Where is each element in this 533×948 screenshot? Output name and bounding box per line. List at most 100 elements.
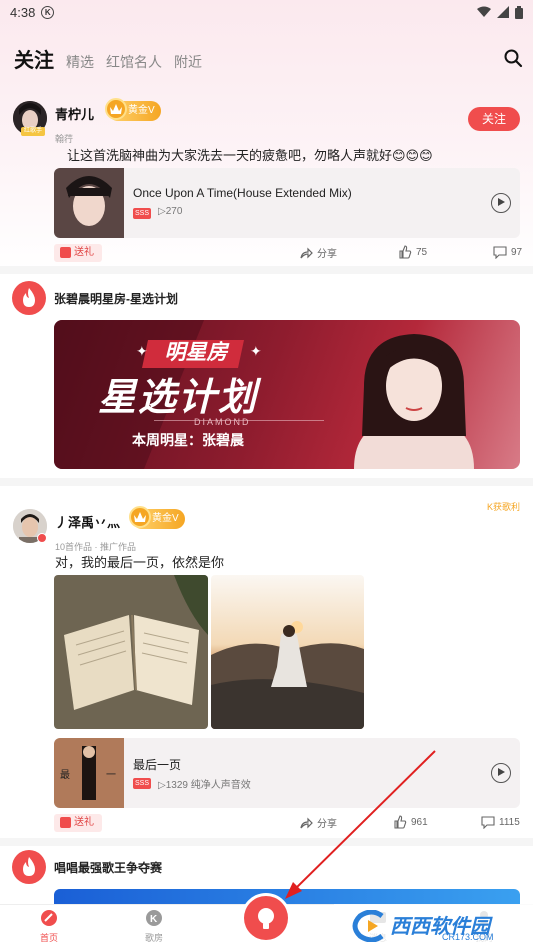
tab-celebrities[interactable]: 红馆名人 bbox=[106, 52, 162, 72]
play-count-value: 1329 纯净人声音效 bbox=[165, 780, 251, 791]
song-title: 最后一页 bbox=[133, 758, 182, 772]
svg-text:✦: ✦ bbox=[250, 343, 262, 359]
tab-home[interactable]: 首页 bbox=[29, 909, 69, 944]
k-app-icon: K bbox=[41, 5, 55, 19]
signal-icon bbox=[497, 6, 509, 18]
vip-badge: 黄金V bbox=[129, 506, 185, 529]
section-header[interactable]: 唱唱最强歌王争夺赛 bbox=[12, 850, 162, 884]
comment-button[interactable]: 1115 bbox=[481, 815, 520, 829]
section-header[interactable]: 张碧晨明星房-星选计划 bbox=[12, 281, 178, 315]
share-label: 分享 bbox=[317, 819, 337, 830]
tab-home-label: 首页 bbox=[39, 933, 58, 943]
banner-subtitle: DIAMOND bbox=[194, 417, 251, 427]
post-actions: 送礼 分享 961 1115 bbox=[0, 814, 533, 832]
vip-label: 黄金V bbox=[128, 105, 155, 116]
svg-text:✦: ✦ bbox=[136, 343, 148, 359]
like-count: 961 bbox=[411, 816, 428, 828]
comment-icon bbox=[493, 246, 507, 259]
username[interactable]: 丿泽禹丷灬 bbox=[55, 512, 120, 531]
post-text: 对，我的最后一页，依然是你 bbox=[55, 555, 225, 570]
divider bbox=[0, 838, 533, 846]
post-meta: 翰荇 bbox=[55, 134, 74, 144]
tab-k-room[interactable]: K 歌房 bbox=[134, 909, 174, 944]
thumbs-up-icon bbox=[394, 815, 407, 829]
tab-featured[interactable]: 精选 bbox=[66, 52, 94, 72]
corner-label: K获歌利 bbox=[486, 502, 520, 512]
online-badge bbox=[37, 533, 47, 543]
banner-star: 本周明星：张碧晨 bbox=[132, 432, 244, 448]
crown-icon bbox=[129, 506, 151, 528]
vip-badge: 黄金V bbox=[105, 98, 161, 121]
watermark: 西西软件园 CR173.COM bbox=[334, 904, 533, 948]
avatar-tag: 红歌手 bbox=[21, 127, 46, 136]
svg-text:最: 最 bbox=[60, 769, 70, 781]
tab-k-room-label: 歌房 bbox=[144, 933, 163, 943]
center-sing-button[interactable] bbox=[244, 896, 288, 940]
play-button[interactable] bbox=[491, 763, 511, 783]
star-portrait bbox=[354, 334, 474, 469]
quality-badge: SSS bbox=[133, 208, 152, 219]
play-count: ▷1329 纯净人声音效 bbox=[158, 780, 251, 791]
play-count-value: 270 bbox=[165, 206, 183, 217]
svg-text:K: K bbox=[150, 914, 158, 925]
quality-badge: SSS bbox=[133, 778, 152, 789]
watermark-logo-icon bbox=[352, 910, 384, 942]
share-icon bbox=[300, 247, 313, 258]
status-icons bbox=[477, 5, 523, 19]
gift-button[interactable]: 送礼 bbox=[54, 814, 102, 832]
thumbs-up-icon bbox=[399, 245, 412, 259]
k-room-icon: K bbox=[146, 910, 162, 926]
post-text: 让这首洗脑神曲为大家洗去一天的疲惫吧，勿略人声就好😊😊😊 bbox=[67, 148, 433, 163]
share-button[interactable]: 分享 bbox=[299, 815, 337, 830]
like-button[interactable]: 961 bbox=[393, 815, 428, 829]
share-icon bbox=[300, 817, 313, 828]
song-cover: 最 一 bbox=[54, 738, 124, 808]
tab-nearby[interactable]: 附近 bbox=[174, 52, 202, 72]
divider bbox=[0, 478, 533, 486]
search-icon[interactable] bbox=[503, 48, 523, 68]
banner-tag: 明星房 bbox=[164, 341, 228, 364]
like-count: 75 bbox=[416, 246, 428, 258]
tab-following[interactable]: 关注 bbox=[14, 44, 54, 73]
section-title: 张碧晨明星房-星选计划 bbox=[54, 291, 178, 306]
song-title: Once Upon A Time(House Extended Mix) bbox=[133, 186, 352, 200]
microphone-icon bbox=[258, 908, 274, 929]
fire-icon bbox=[12, 850, 46, 884]
battery-icon bbox=[515, 5, 523, 19]
play-button[interactable] bbox=[491, 193, 511, 213]
follow-button[interactable]: 关注 bbox=[468, 107, 520, 131]
song-card[interactable]: Once Upon A Time(House Extended Mix) SSS… bbox=[54, 168, 520, 238]
post-photo-book[interactable] bbox=[54, 575, 208, 729]
share-button[interactable]: 分享 bbox=[299, 245, 337, 260]
song-card[interactable]: 最 一 最后一页 SSS ▷1329 纯净人声音效 bbox=[54, 738, 520, 808]
gift-icon bbox=[60, 247, 71, 258]
comment-count: 97 bbox=[511, 246, 523, 258]
share-label: 分享 bbox=[317, 249, 337, 260]
post-actions: 送礼 分享 75 97 bbox=[0, 244, 533, 262]
svg-text:一: 一 bbox=[106, 770, 116, 781]
banner-title: 星选计划 bbox=[98, 377, 259, 419]
star-room-banner[interactable]: ✦ ✦ 明星房 星选计划 DIAMOND 本周明星：张碧晨 bbox=[54, 320, 520, 469]
top-tabs: 关注 精选 红馆名人 附近 bbox=[14, 44, 202, 73]
crown-icon bbox=[105, 98, 127, 120]
book-photo bbox=[54, 575, 208, 729]
like-button[interactable]: 75 bbox=[398, 245, 427, 259]
comment-count: 1115 bbox=[499, 816, 520, 828]
home-icon bbox=[41, 910, 57, 926]
fire-icon bbox=[12, 281, 46, 315]
gift-label: 送礼 bbox=[74, 817, 94, 828]
song-cover bbox=[54, 168, 124, 238]
vip-label: 黄金V bbox=[152, 513, 179, 524]
divider bbox=[0, 266, 533, 274]
post-photo-sunset[interactable] bbox=[211, 575, 364, 729]
sunset-photo bbox=[211, 575, 364, 729]
watermark-url: CR173.COM bbox=[442, 932, 494, 942]
section-title: 唱唱最强歌王争夺赛 bbox=[54, 860, 163, 875]
gift-button[interactable]: 送礼 bbox=[54, 244, 102, 262]
status-bar: 4:38 K bbox=[0, 0, 533, 24]
comment-button[interactable]: 97 bbox=[493, 245, 522, 259]
username[interactable]: 青柠儿 bbox=[55, 104, 94, 123]
wifi-icon bbox=[477, 6, 491, 17]
gift-icon bbox=[60, 817, 71, 828]
comment-icon bbox=[481, 816, 495, 829]
